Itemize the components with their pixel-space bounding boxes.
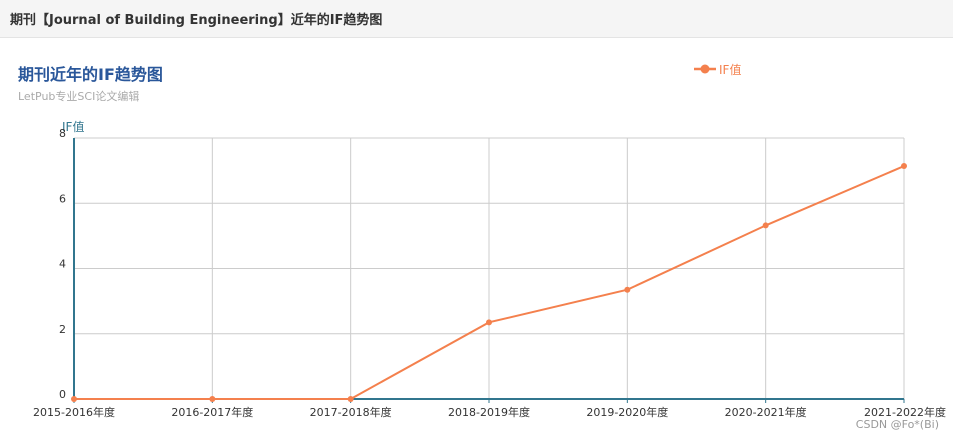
y-tick-label: 2 (59, 323, 66, 336)
watermark: CSDN @Fo*(Bi) (855, 418, 939, 431)
x-tick-label: 2020-2021年度 (725, 405, 807, 419)
data-point (901, 163, 907, 170)
data-point (347, 396, 354, 402)
data-point (209, 396, 216, 402)
x-tick-label: 2019-2020年度 (586, 405, 668, 419)
data-point (624, 286, 631, 293)
line-chart: IF值024682015-2016年度 2016-2017年度 2017-2018年… (33, 119, 946, 419)
data-point (486, 319, 492, 326)
data-point (71, 396, 77, 402)
x-tick-label: 2016-2017年度 (171, 405, 253, 419)
x-tick-label: 2017-2018年度 (310, 405, 392, 419)
x-tick-label: 2015-2016年度 (33, 405, 115, 419)
y-tick-label: 6 (59, 192, 66, 205)
y-tick-label: 8 (59, 127, 66, 140)
data-point (762, 222, 769, 229)
y-tick-label: 0 (59, 388, 66, 401)
y-tick-label: 4 (59, 258, 66, 271)
x-tick-label: 2018-2019年度 (448, 405, 530, 419)
x-tick-label: 2021-2022年度 (864, 405, 946, 419)
